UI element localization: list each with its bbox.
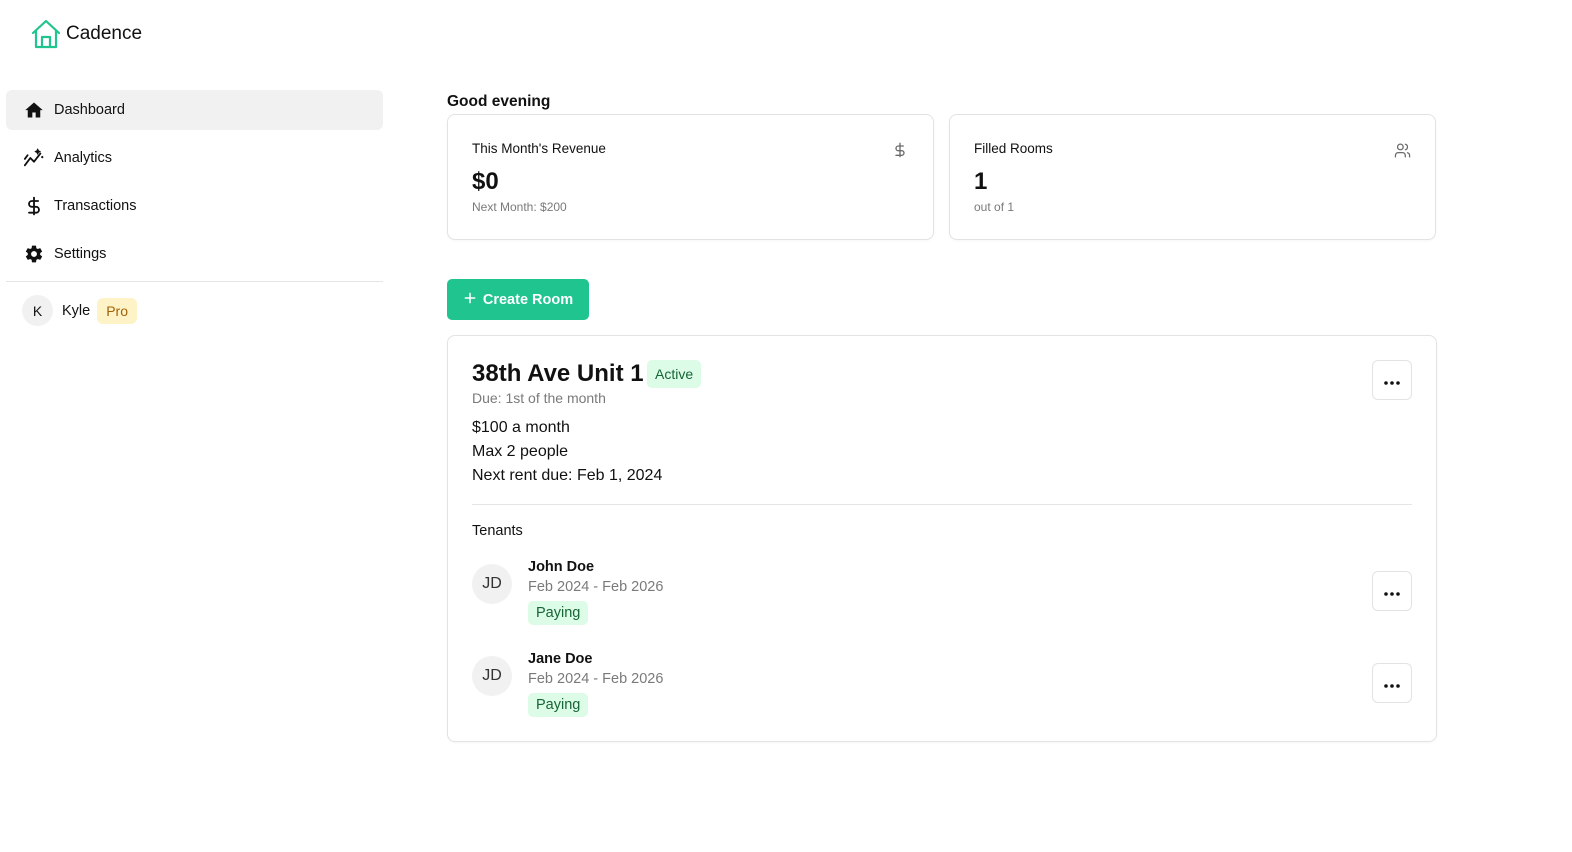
tenants-heading: Tenants bbox=[472, 523, 523, 539]
avatar: JD bbox=[472, 656, 512, 696]
sidebar-nav: Dashboard Analytics Transactions Setting… bbox=[6, 90, 383, 282]
more-horizontal-icon bbox=[1384, 676, 1400, 691]
tenant-menu-button[interactable] bbox=[1372, 663, 1412, 703]
sidebar-item-settings[interactable]: Settings bbox=[6, 234, 383, 274]
sidebar-item-label: Settings bbox=[54, 246, 107, 262]
sidebar-item-label: Transactions bbox=[54, 198, 137, 214]
sidebar-item-label: Analytics bbox=[54, 150, 113, 166]
user-name: Kyle bbox=[62, 302, 91, 319]
tenant-row: JD John Doe Feb 2024 - Feb 2026 Paying bbox=[472, 559, 1412, 639]
status-badge: Paying bbox=[528, 693, 589, 717]
room-title: 38th Ave Unit 1 bbox=[472, 360, 644, 387]
filled-rooms-card: Filled Rooms 1 out of 1 bbox=[949, 114, 1436, 240]
room-capacity: Max 2 people bbox=[472, 443, 569, 460]
users-icon bbox=[1393, 141, 1411, 159]
brand[interactable]: Cadence bbox=[30, 18, 142, 50]
tenant-menu-button[interactable] bbox=[1372, 571, 1412, 611]
sidebar-divider bbox=[6, 281, 383, 282]
room-menu-button[interactable] bbox=[1372, 360, 1412, 400]
more-horizontal-icon bbox=[1384, 584, 1400, 599]
sidebar-item-analytics[interactable]: Analytics bbox=[6, 138, 383, 178]
tenant-name: John Doe bbox=[528, 559, 595, 575]
stat-subtext: Next Month: $200 bbox=[472, 200, 567, 214]
tenant-lease-period: Feb 2024 - Feb 2026 bbox=[528, 671, 664, 687]
plan-badge: Pro bbox=[97, 297, 138, 324]
stat-value: $0 bbox=[472, 168, 499, 195]
sidebar-item-transactions[interactable]: Transactions bbox=[6, 186, 383, 226]
create-room-button[interactable]: Create Room bbox=[447, 279, 589, 320]
dollar-icon bbox=[891, 141, 909, 159]
greeting-heading: Good evening bbox=[447, 93, 551, 110]
avatar: JD bbox=[472, 564, 512, 604]
stat-subtext: out of 1 bbox=[974, 200, 1015, 214]
room-due: Due: 1st of the month bbox=[472, 390, 606, 406]
tenant-row: JD Jane Doe Feb 2024 - Feb 2026 Paying bbox=[472, 651, 1412, 731]
sidebar-item-dashboard[interactable]: Dashboard bbox=[6, 90, 383, 130]
room-card: 38th Ave Unit 1 Active Due: 1st of the m… bbox=[447, 335, 1437, 742]
room-divider bbox=[472, 504, 1412, 505]
sidebar-item-label: Dashboard bbox=[54, 102, 125, 118]
status-badge: Active bbox=[647, 360, 702, 388]
stat-title: Filled Rooms bbox=[974, 141, 1053, 156]
more-horizontal-icon bbox=[1384, 373, 1400, 388]
room-next-due: Next rent due: Feb 1, 2024 bbox=[472, 467, 663, 484]
stat-title: This Month's Revenue bbox=[472, 141, 606, 156]
brand-name: Cadence bbox=[66, 23, 143, 44]
sidebar: Cadence Dashboard Analytics Transactions… bbox=[0, 0, 390, 852]
stat-value: 1 bbox=[974, 168, 988, 195]
status-badge: Paying bbox=[528, 601, 589, 625]
dollar-icon bbox=[22, 194, 46, 218]
create-room-label: Create Room bbox=[482, 291, 574, 308]
user-profile[interactable]: K Kyle Pro bbox=[22, 295, 138, 326]
room-price: $100 a month bbox=[472, 419, 570, 436]
revenue-card: This Month's Revenue $0 Next Month: $200 bbox=[447, 114, 934, 240]
plus-icon bbox=[463, 291, 477, 309]
home-icon bbox=[22, 98, 46, 122]
tenant-lease-period: Feb 2024 - Feb 2026 bbox=[528, 579, 664, 595]
house-logo-icon bbox=[30, 18, 62, 50]
avatar: K bbox=[22, 295, 53, 326]
analytics-icon bbox=[22, 146, 46, 170]
gear-icon bbox=[22, 242, 46, 266]
tenant-name: Jane Doe bbox=[528, 651, 593, 667]
